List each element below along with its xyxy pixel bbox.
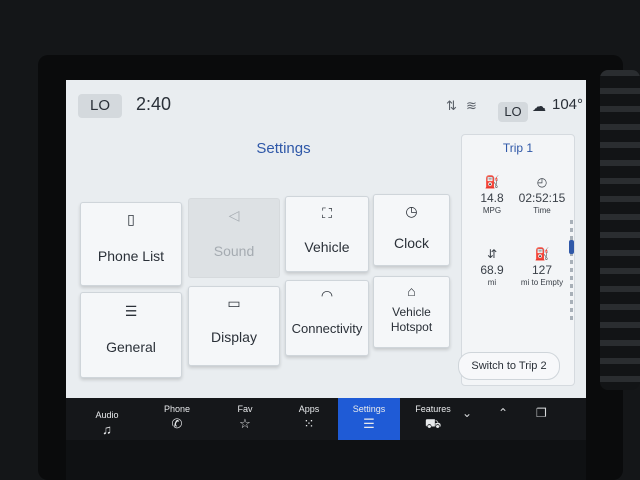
stat-value: 14.8 <box>480 191 504 205</box>
speaker-icon: ◁ <box>228 207 240 223</box>
fuel-icon: ⛽ <box>484 175 500 189</box>
dock-settings[interactable]: Settings ☰ <box>338 398 400 440</box>
chevron-up-icon[interactable]: ⌃ <box>498 406 508 420</box>
dock-apps[interactable]: Apps ⁙ <box>278 398 340 440</box>
dock-features[interactable]: Features ⛟ <box>402 398 464 440</box>
trip-title: Trip 1 <box>502 141 534 155</box>
stat-value: 127 <box>531 263 553 277</box>
timer-icon: ◴ <box>536 175 548 189</box>
trip-stat-range: ⛽ 127 mi to Empty <box>516 247 568 287</box>
tile-phone-list[interactable]: ▯ Phone List <box>80 202 182 286</box>
outside-temperature: 104° <box>552 96 584 113</box>
vehicle-icon: ⛶ <box>322 205 332 221</box>
tile-vehicle[interactable]: ⛶ Vehicle <box>285 196 369 272</box>
distance-icon: ⇵ <box>486 247 498 261</box>
stat-unit: mi <box>487 278 497 287</box>
trip-stat-distance: ⇵ 68.9 mi <box>466 247 518 287</box>
stat-unit: mi to Empty <box>520 278 564 287</box>
wifi-icon: ◠ <box>320 287 334 303</box>
dock-label: Fav <box>237 404 253 414</box>
climate-left-temp[interactable]: LO <box>78 94 122 118</box>
infotainment-screen: LO 2:40 ⇅ ≋ LO ☁ 104° Settings ▯ Phone L… <box>66 80 586 440</box>
stat-unit: MPG <box>482 206 502 215</box>
tile-label: Phone List <box>97 248 165 264</box>
range-icon: ⛽ <box>534 247 550 261</box>
dock-fav[interactable]: Fav ☆ <box>214 398 276 440</box>
phone-list-icon: ▯ <box>127 211 135 227</box>
wifi-status-icon: ≋ <box>466 98 477 113</box>
tile-label: Display <box>211 329 257 345</box>
apps-grid-icon: ⁙ <box>303 416 315 431</box>
car-features-icon: ⛟ <box>424 416 442 431</box>
sliders-icon: ☰ <box>124 303 138 319</box>
weather-cloud-icon: ☁ <box>532 98 546 114</box>
tile-label: Sound <box>213 243 255 259</box>
hotspot-icon: ⌂ <box>407 283 416 299</box>
dock-label: Audio <box>95 410 119 420</box>
bottom-dock: Audio ♫ Phone ✆ Fav ☆ Apps ⁙ Settings ☰ … <box>66 398 586 440</box>
tile-general[interactable]: ☰ General <box>80 292 182 378</box>
clock-time: 2:40 <box>136 94 172 114</box>
tile-label: Vehicle Hotspot <box>390 305 433 334</box>
display-icon: ▭ <box>227 295 241 311</box>
clock-icon: ◷ <box>405 203 418 219</box>
phone-icon: ✆ <box>171 416 183 431</box>
tile-label: General <box>106 339 156 355</box>
chevron-down-icon[interactable]: ⌄ <box>462 406 472 420</box>
trip-scrollbar[interactable] <box>570 220 573 320</box>
stat-value: 68.9 <box>480 263 504 277</box>
dock-phone[interactable]: Phone ✆ <box>146 398 208 440</box>
tile-clock[interactable]: ◷ Clock <box>373 194 450 266</box>
star-icon: ☆ <box>239 416 251 431</box>
switch-trip-button[interactable]: Switch to Trip 2 <box>458 352 560 380</box>
status-bar: LO 2:40 ⇅ ≋ LO ☁ 104° <box>66 80 586 132</box>
tile-connectivity[interactable]: ◠ Connectivity <box>285 280 369 356</box>
tile-sound[interactable]: ◁ Sound <box>188 198 280 278</box>
music-icon: ♫ <box>102 422 112 437</box>
tile-label: Connectivity <box>291 321 363 336</box>
dock-label: Apps <box>298 404 320 414</box>
trip-scroll-thumb[interactable] <box>569 240 574 254</box>
dock-label: Phone <box>163 404 191 414</box>
stat-unit: Time <box>533 206 551 215</box>
page-title: Settings <box>256 140 311 157</box>
dock-audio[interactable]: Audio ♫ <box>76 404 138 440</box>
tile-display[interactable]: ▭ Display <box>188 286 280 366</box>
tile-label: Vehicle <box>304 239 350 255</box>
trip-stat-time: ◴ 02:52:15 Time <box>516 175 568 215</box>
settings-sliders-icon: ☰ <box>363 416 375 431</box>
climate-right-temp[interactable]: LO <box>498 102 528 122</box>
lower-bezel <box>66 440 586 480</box>
tile-label: Clock <box>393 235 429 251</box>
dock-label: Settings <box>352 404 386 414</box>
stat-value: 02:52:15 <box>518 191 566 205</box>
trip-stat-mpg: ⛽ 14.8 MPG <box>466 175 518 215</box>
air-vent <box>600 70 640 390</box>
trip-panel: Trip 1 ⛽ 14.8 MPG ◴ 02:52:15 Time ⇵ 68.9… <box>461 134 575 386</box>
bluetooth-data-icon: ⇅ <box>446 98 457 113</box>
tile-vehicle-hotspot[interactable]: ⌂ Vehicle Hotspot <box>373 276 450 348</box>
copy-screen-icon[interactable]: ❐ <box>536 406 547 420</box>
dock-label: Features <box>415 404 451 414</box>
